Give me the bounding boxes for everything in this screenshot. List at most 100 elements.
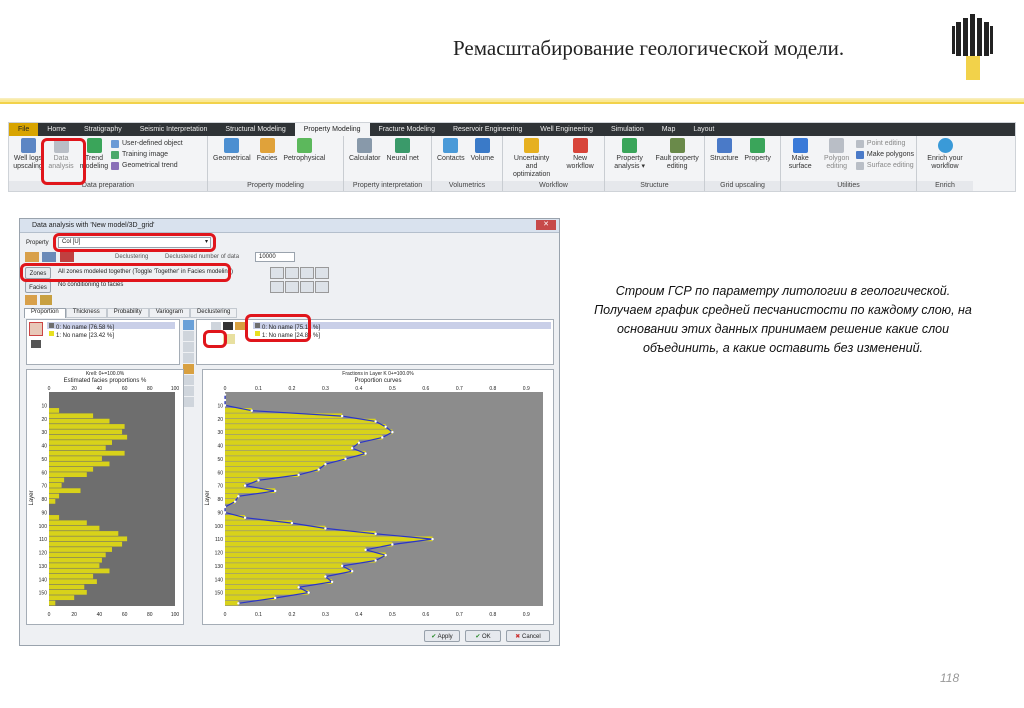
data-preparation-small-buttons: User-defined object Training image Geome… bbox=[111, 138, 183, 171]
group-structure: Property analysis ▾ Fault property editi… bbox=[605, 136, 705, 191]
training-image-button[interactable]: Training image bbox=[111, 149, 183, 160]
legend-row[interactable]: 0: No name [76.58 %] bbox=[47, 322, 175, 331]
grid-button[interactable] bbox=[285, 281, 299, 293]
facies-button[interactable]: Facies bbox=[254, 138, 281, 163]
close-icon[interactable]: ✕ bbox=[536, 220, 556, 230]
tab-property-modeling[interactable]: Property Modeling bbox=[294, 123, 370, 136]
toolbar-icon[interactable] bbox=[25, 295, 37, 305]
tab-well-engineering[interactable]: Well Engineering bbox=[531, 123, 602, 136]
grid-button[interactable] bbox=[300, 267, 314, 279]
grid-button[interactable] bbox=[300, 281, 314, 293]
make-surface-button[interactable]: Make surface bbox=[783, 138, 817, 171]
geometrical-button[interactable]: Geometrical bbox=[210, 138, 254, 163]
grid-button[interactable] bbox=[315, 281, 329, 293]
proportion-bar bbox=[225, 477, 259, 483]
tool-icon[interactable] bbox=[183, 320, 194, 330]
declustering-checkbox[interactable]: Declustering bbox=[115, 254, 148, 260]
tab-declustering[interactable]: Declustering bbox=[189, 308, 238, 318]
facies-button[interactable]: Facies bbox=[25, 281, 51, 293]
proportion-point bbox=[324, 575, 327, 578]
new-workflow-icon bbox=[572, 138, 588, 153]
toggle-icon[interactable] bbox=[29, 322, 43, 336]
tab-proportion[interactable]: Proportion bbox=[24, 308, 66, 318]
contacts-button[interactable]: Contacts bbox=[434, 138, 468, 163]
tab-fracture[interactable]: Fracture Modeling bbox=[370, 123, 444, 136]
tool-icon[interactable] bbox=[235, 322, 245, 330]
zones-highlight bbox=[20, 263, 231, 282]
group-label: Volumetrics bbox=[432, 181, 502, 191]
toolbar-icon[interactable] bbox=[25, 252, 39, 262]
surface-editing-button[interactable]: Surface editing bbox=[855, 160, 914, 171]
neural-net-button[interactable]: Neural net bbox=[384, 138, 422, 163]
proportion-point bbox=[364, 452, 367, 455]
enrich-workflow-button[interactable]: Enrich your workflow bbox=[919, 138, 971, 171]
tool-icon[interactable] bbox=[183, 353, 194, 363]
volume-button[interactable]: Volume bbox=[468, 138, 497, 163]
y-tick-label: 90 bbox=[41, 510, 47, 516]
tool-icon[interactable] bbox=[183, 397, 194, 407]
well-logs-upscaling-button[interactable]: Well logs upscaling bbox=[11, 138, 45, 171]
property-analysis-button[interactable]: Property analysis ▾ bbox=[607, 138, 652, 171]
geometrical-trend-icon bbox=[111, 161, 119, 170]
facies-1-bar bbox=[49, 466, 94, 472]
calculator-button[interactable]: Calculator bbox=[346, 138, 384, 163]
point-editing-button[interactable]: Point editing bbox=[855, 138, 914, 149]
tab-variogram[interactable]: Variogram bbox=[148, 308, 190, 318]
tool-icon[interactable] bbox=[223, 322, 233, 330]
tool-icon[interactable] bbox=[211, 322, 221, 330]
apply-button[interactable]: ✔ Apply bbox=[424, 630, 460, 642]
grid-button[interactable] bbox=[315, 267, 329, 279]
declustered-number-input[interactable]: 10000 bbox=[255, 252, 295, 262]
geometrical-trend-button[interactable]: Geometrical trend bbox=[111, 160, 183, 171]
polygon-editing-button[interactable]: Polygon editing bbox=[817, 138, 855, 171]
well-logs-icon bbox=[20, 138, 36, 153]
tab-probability[interactable]: Probability bbox=[106, 308, 149, 318]
group-utilities: Make surface Polygon editing Point editi… bbox=[781, 136, 917, 191]
tab-reservoir[interactable]: Reservoir Engineering bbox=[444, 123, 531, 136]
tool-icon[interactable] bbox=[183, 386, 194, 396]
slide-title: Ремасштабирование геологической модели. bbox=[453, 36, 845, 60]
tool-icon[interactable] bbox=[183, 331, 194, 341]
cancel-button[interactable]: ✖ Cancel bbox=[506, 630, 550, 642]
user-defined-object-button[interactable]: User-defined object bbox=[111, 138, 183, 149]
ribbon-tab-bar: File Home Stratigraphy Seismic Interpret… bbox=[9, 123, 1015, 136]
toolbar-icon[interactable] bbox=[40, 295, 52, 305]
tab-thickness[interactable]: Thickness bbox=[65, 308, 107, 318]
tool-icon[interactable] bbox=[183, 342, 194, 352]
fault-property-icon bbox=[669, 138, 685, 153]
tab-simulation[interactable]: Simulation bbox=[602, 123, 653, 136]
legend-row[interactable]: 1: No name [23.42 %] bbox=[47, 330, 175, 339]
tool-icon[interactable] bbox=[183, 375, 194, 385]
grid-button[interactable] bbox=[270, 267, 284, 279]
tab-file[interactable]: File bbox=[9, 123, 39, 136]
tool-icon[interactable] bbox=[183, 364, 194, 374]
y-tick-label: 100 bbox=[215, 524, 224, 530]
toolbar-icon[interactable] bbox=[60, 252, 74, 262]
zone-icon[interactable] bbox=[31, 340, 41, 348]
x-tick-label: 80 bbox=[147, 612, 153, 618]
grid-button[interactable] bbox=[270, 281, 284, 293]
y-tick-label: 40 bbox=[41, 444, 47, 450]
page-number: 118 bbox=[940, 671, 960, 685]
toolbar-icon[interactable] bbox=[42, 252, 56, 262]
make-polygons-button[interactable]: Make polygons bbox=[855, 149, 914, 160]
fault-property-button[interactable]: Fault property editing bbox=[652, 138, 702, 171]
polygon-editing-icon bbox=[829, 138, 845, 153]
petrophysical-button[interactable]: Petrophysical bbox=[280, 138, 328, 163]
geometrical-icon bbox=[224, 138, 240, 153]
x-tick-label-top: 60 bbox=[122, 386, 128, 392]
grid-button[interactable] bbox=[285, 267, 299, 279]
ok-button[interactable]: ✔ OK bbox=[465, 630, 501, 642]
proportion-point bbox=[351, 446, 354, 450]
tab-map[interactable]: Map bbox=[653, 123, 685, 136]
tab-stratigraphy[interactable]: Stratigraphy bbox=[75, 123, 131, 136]
tab-home[interactable]: Home bbox=[38, 123, 75, 136]
tab-layout[interactable]: Layout bbox=[684, 123, 723, 136]
tab-seismic[interactable]: Seismic Interpretation bbox=[131, 123, 217, 136]
new-workflow-button[interactable]: New workflow bbox=[558, 138, 602, 171]
group-label: Utilities bbox=[781, 181, 916, 191]
uncertainty-button[interactable]: Uncertainty and optimization bbox=[505, 138, 558, 179]
upscale-property-button[interactable]: Property bbox=[741, 138, 773, 163]
upscale-structure-button[interactable]: Structure bbox=[707, 138, 741, 163]
tab-structural[interactable]: Structural Modeling bbox=[216, 123, 294, 136]
